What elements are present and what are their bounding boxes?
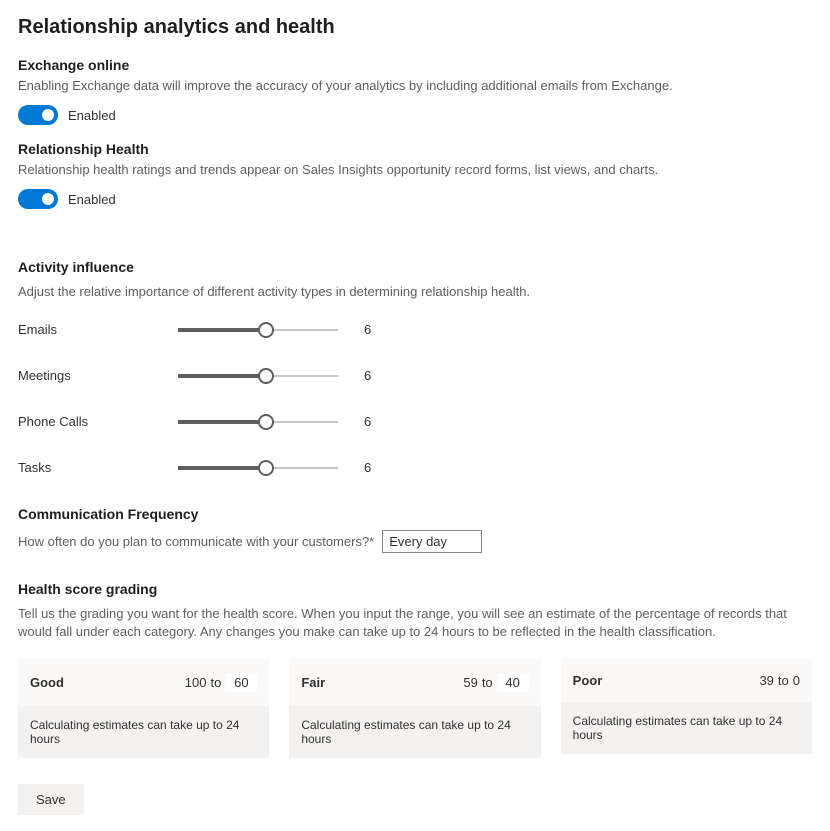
grade-high-good: 100 — [185, 675, 207, 690]
grade-name-fair: Fair — [301, 675, 325, 690]
grade-note-good: Calculating estimates can take up to 24 … — [18, 706, 269, 758]
grade-low-poor: 0 — [793, 673, 800, 688]
grade-to-poor: to — [778, 673, 789, 688]
slider-label-meetings: Meetings — [18, 368, 178, 383]
grade-card-fair: Fair 59 to Calculating estimates can tak… — [289, 659, 540, 758]
grading-title: Health score grading — [18, 581, 812, 597]
exchange-title: Exchange online — [18, 57, 812, 73]
grade-card-good: Good 100 to Calculating estimates can ta… — [18, 659, 269, 758]
slider-label-emails: Emails — [18, 322, 178, 337]
exchange-desc: Enabling Exchange data will improve the … — [18, 77, 812, 95]
grading-section: Health score grading Tell us the grading… — [18, 581, 812, 758]
grade-to-good: to — [210, 675, 221, 690]
rel-health-title: Relationship Health — [18, 141, 812, 157]
slider-value-tasks: 6 — [364, 460, 371, 475]
slider-meetings[interactable] — [178, 368, 338, 384]
grade-low-input-fair[interactable] — [497, 673, 529, 692]
slider-label-tasks: Tasks — [18, 460, 178, 475]
rel-health-section: Relationship Health Relationship health … — [18, 141, 812, 209]
rel-health-toggle-label: Enabled — [68, 192, 116, 207]
page-title: Relationship analytics and health — [18, 16, 812, 39]
exchange-section: Exchange online Enabling Exchange data w… — [18, 57, 812, 125]
activity-desc: Adjust the relative importance of differ… — [18, 283, 812, 301]
freq-section: Communication Frequency How often do you… — [18, 506, 812, 553]
grading-desc: Tell us the grading you want for the hea… — [18, 605, 812, 641]
rel-health-desc: Relationship health ratings and trends a… — [18, 161, 812, 179]
grade-note-fair: Calculating estimates can take up to 24 … — [289, 706, 540, 758]
slider-row-meetings: Meetings 6 — [18, 368, 812, 384]
slider-tasks[interactable] — [178, 460, 338, 476]
slider-value-meetings: 6 — [364, 368, 371, 383]
slider-value-phone: 6 — [364, 414, 371, 429]
freq-title: Communication Frequency — [18, 506, 812, 522]
grading-row: Good 100 to Calculating estimates can ta… — [18, 659, 812, 758]
exchange-toggle-label: Enabled — [68, 108, 116, 123]
activity-title: Activity influence — [18, 259, 812, 275]
grade-high-poor: 39 — [759, 673, 773, 688]
slider-row-phone: Phone Calls 6 — [18, 414, 812, 430]
slider-value-emails: 6 — [364, 322, 371, 337]
freq-label: How often do you plan to communicate wit… — [18, 534, 374, 549]
sliders-container: Emails 6 Meetings 6 Phone Calls 6 Tasks — [18, 322, 812, 476]
grade-name-poor: Poor — [573, 673, 603, 688]
activity-section: Activity influence Adjust the relative i… — [18, 259, 812, 475]
exchange-toggle[interactable] — [18, 105, 58, 125]
slider-phone[interactable] — [178, 414, 338, 430]
exchange-toggle-row: Enabled — [18, 105, 812, 125]
grade-note-poor: Calculating estimates can take up to 24 … — [561, 702, 812, 754]
slider-row-emails: Emails 6 — [18, 322, 812, 338]
grade-name-good: Good — [30, 675, 64, 690]
grade-high-fair: 59 — [463, 675, 477, 690]
freq-select[interactable] — [382, 530, 482, 553]
rel-health-toggle[interactable] — [18, 189, 58, 209]
grade-to-fair: to — [482, 675, 493, 690]
grade-low-input-good[interactable] — [225, 673, 257, 692]
slider-emails[interactable] — [178, 322, 338, 338]
grade-card-poor: Poor 39 to 0 Calculating estimates can t… — [561, 659, 812, 758]
slider-row-tasks: Tasks 6 — [18, 460, 812, 476]
rel-health-toggle-row: Enabled — [18, 189, 812, 209]
slider-label-phone: Phone Calls — [18, 414, 178, 429]
